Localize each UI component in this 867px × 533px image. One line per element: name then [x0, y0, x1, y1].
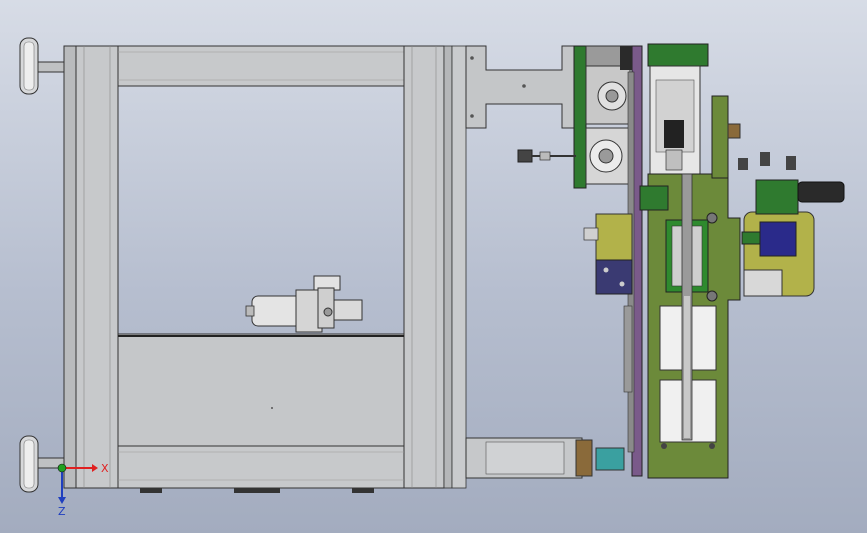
cad-viewport[interactable]: X Z	[0, 0, 867, 533]
bottom-cylinder	[465, 437, 625, 479]
navy-block-left	[595, 259, 633, 295]
x-axis-label: X	[101, 462, 109, 475]
green-side-plate	[517, 45, 633, 189]
stepper-motor	[647, 43, 709, 175]
assembly-drawing[interactable]: X Z	[0, 0, 867, 533]
main-frame	[63, 45, 467, 493]
olive-block-upper	[583, 213, 633, 261]
gripper-cluster	[738, 152, 845, 297]
small-motor-assembly	[245, 275, 363, 333]
z-axis-label: Z	[58, 505, 66, 518]
top-bracket-arm	[465, 45, 583, 129]
leveling-foot-top	[19, 37, 69, 95]
